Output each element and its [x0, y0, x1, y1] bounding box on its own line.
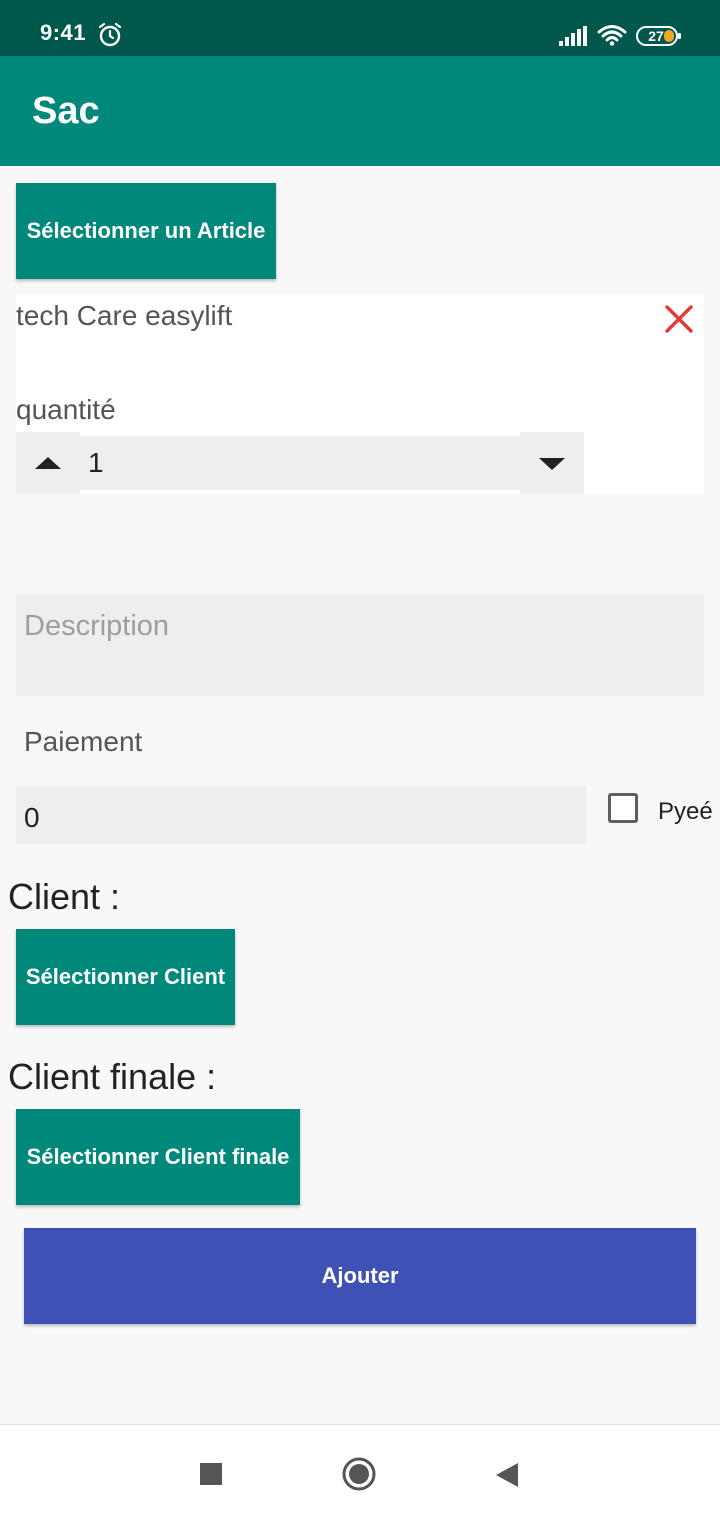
battery-icon: 27: [636, 26, 682, 46]
article-name: tech Care easylift: [16, 300, 233, 331]
quantity-value[interactable]: 1: [80, 436, 520, 490]
select-article-button[interactable]: Sélectionner un Article: [16, 183, 276, 279]
battery-level: 27: [648, 28, 664, 44]
client-title: Client :: [8, 876, 121, 917]
home-circle-icon[interactable]: [342, 1457, 376, 1491]
increment-button[interactable]: [16, 432, 80, 494]
payment-input[interactable]: 0: [16, 786, 586, 844]
article-card: tech Care easylift quantité 1: [16, 294, 704, 494]
final-client-title: Client finale :: [8, 1056, 217, 1097]
description-placeholder: Description: [24, 610, 170, 642]
add-button[interactable]: Ajouter: [24, 1228, 696, 1324]
select-client-button[interactable]: Sélectionner Client: [16, 929, 235, 1025]
paid-checkbox-label[interactable]: Pyeé: [658, 798, 713, 826]
status-bar: 9:41 27: [0, 0, 720, 56]
wifi-icon: [597, 25, 627, 46]
quantity-label: quantité: [16, 394, 116, 425]
caret-down-icon: [539, 458, 565, 470]
payment-value: 0: [24, 802, 40, 833]
page-title: Sac: [32, 90, 100, 132]
select-final-client-button[interactable]: Sélectionner Client finale: [16, 1109, 300, 1205]
caret-up-icon: [35, 457, 61, 469]
status-time: 9:41: [40, 20, 87, 45]
recents-square-icon[interactable]: [200, 1463, 222, 1485]
decrement-button[interactable]: [520, 432, 584, 494]
alarm-icon: [98, 22, 122, 47]
app-bar: Sac: [0, 56, 720, 166]
quantity-stepper[interactable]: 1: [16, 432, 584, 494]
close-icon[interactable]: [664, 304, 694, 334]
back-triangle-icon[interactable]: [494, 1461, 520, 1489]
system-nav-bar: [0, 1424, 720, 1521]
payment-label: Paiement: [24, 726, 143, 757]
signal-icon: [559, 26, 587, 46]
description-field[interactable]: Description: [16, 594, 704, 696]
paid-checkbox[interactable]: [608, 793, 638, 823]
